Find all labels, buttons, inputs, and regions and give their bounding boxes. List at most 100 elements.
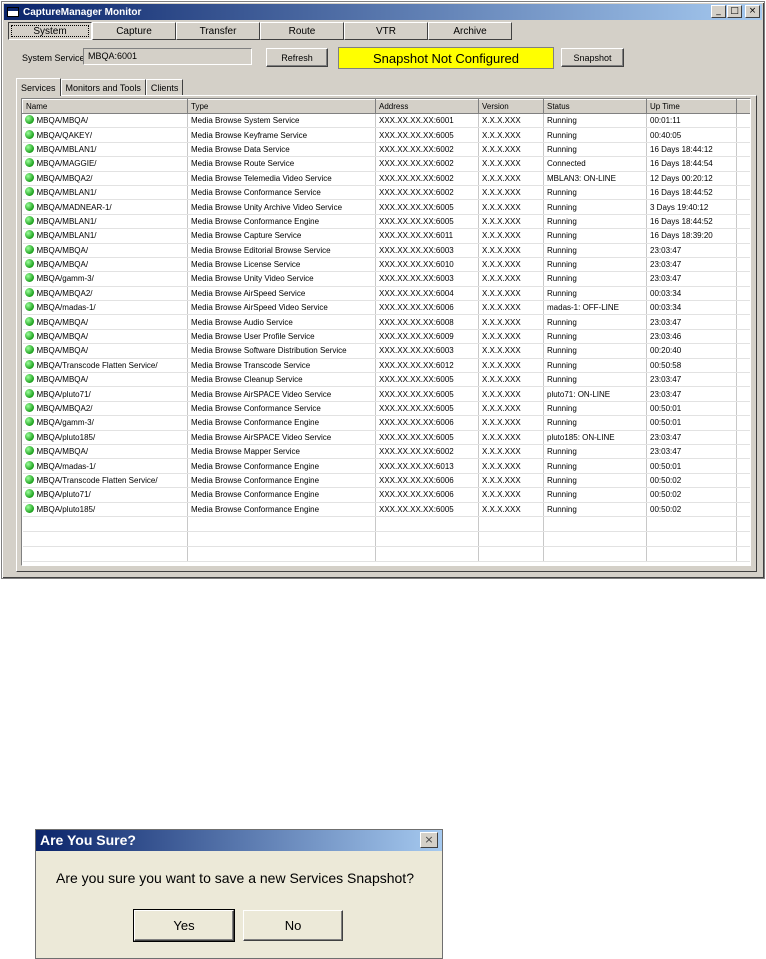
cell-status: Running — [543, 473, 647, 489]
table-row[interactable]: MBQA/gamm-3/Media Browse Conformance Eng… — [22, 415, 750, 431]
service-name: MBQA/MBLAN1/ — [36, 231, 97, 241]
cell-status: Running — [543, 127, 647, 143]
cell-up-time: 00:50:01 — [646, 401, 737, 417]
cell-name: MBQA/MBLAN1/ — [22, 185, 188, 201]
status-ok-icon — [24, 503, 34, 513]
table-row[interactable]: MBQA/madas-1/Media Browse AirSpeed Video… — [22, 300, 750, 316]
refresh-button[interactable]: Refresh — [266, 48, 328, 67]
table-row[interactable]: MBQA/MBLAN1/Media Browse Conformance Eng… — [22, 214, 750, 230]
table-row[interactable]: MBQA/MAGGIE/Media Browse Route Service XX… — [22, 156, 750, 172]
cell-version: X.X.X.XXX — [478, 386, 544, 402]
cell-name: MBQA/pluto71/ — [22, 386, 188, 402]
snapshot-button[interactable]: Snapshot — [561, 48, 624, 67]
cell-type: Media Browse Conformance Engine — [187, 415, 376, 431]
row-filler — [736, 257, 750, 273]
yes-button[interactable]: Yes — [133, 909, 235, 942]
maximize-icon[interactable]: □ — [727, 5, 742, 18]
cell-type: Media Browse Unity Video Service — [187, 271, 376, 287]
cell-up-time: 00:03:34 — [646, 300, 737, 316]
cell-up-time: 00:50:02 — [646, 502, 737, 517]
tab-services[interactable]: Services — [16, 78, 61, 96]
tab-archive[interactable]: Archive — [428, 22, 512, 40]
column-header-address[interactable]: Address — [375, 99, 479, 114]
column-header-version[interactable]: Version — [478, 99, 544, 114]
cell-up-time: 23:03:47 — [646, 372, 737, 388]
empty-cell — [736, 516, 750, 532]
tab-capture[interactable]: Capture — [92, 22, 176, 40]
cell-up-time: 23:03:47 — [646, 386, 737, 402]
column-header-type[interactable]: Type — [187, 99, 376, 114]
cell-version: X.X.X.XXX — [478, 127, 544, 143]
tab-system[interactable]: System — [8, 22, 92, 40]
cell-up-time: 16 Days 18:44:12 — [646, 142, 737, 158]
main-tabs: System Capture Transfer Route VTR Archiv… — [8, 22, 512, 40]
service-name: MBQA/madas-1/ — [36, 461, 96, 471]
tab-route[interactable]: Route — [260, 22, 344, 40]
column-header-status[interactable]: Status — [543, 99, 647, 114]
table-row[interactable]: MBQA/pluto71/Media Browse AirSPACE Video… — [22, 386, 750, 402]
status-ok-icon — [24, 187, 34, 197]
service-name: MBQA/MBQA/ — [36, 245, 89, 255]
table-row[interactable]: MBQA/pluto71/Media Browse Conformance En… — [22, 487, 750, 503]
column-header-name[interactable]: Name — [22, 99, 188, 114]
table-row[interactable]: MBQA/MBQA2/Media Browse Conformance Serv… — [22, 401, 750, 417]
cell-type: Media Browse Software Distribution Servi… — [187, 343, 376, 359]
table-row[interactable]: MBQA/Transcode Flatten Service/Media Bro… — [22, 473, 750, 489]
table-row[interactable]: MBQA/MBLAN1/Media Browse Capture Service… — [22, 228, 750, 244]
cell-address: XXX.XX.XX.XX:6011 — [375, 228, 479, 244]
column-header-up-time[interactable]: Up Time — [646, 99, 737, 114]
table-row[interactable]: MBQA/MBQA/Media Browse User Profile Serv… — [22, 329, 750, 345]
system-service-field[interactable]: MBQA:6001 — [83, 48, 252, 65]
empty-cell — [543, 546, 647, 562]
no-button[interactable]: No — [243, 910, 343, 941]
table-row[interactable]: MBQA/MBQA/Media Browse System Service XXX… — [22, 113, 750, 129]
table-row[interactable]: MBQA/MBQA2/Media Browse AirSpeed Service… — [22, 286, 750, 302]
cell-status: Running — [543, 286, 647, 302]
tab-monitors-and-tools[interactable]: Monitors and Tools — [60, 79, 146, 96]
cell-address: XXX.XX.XX.XX:6005 — [375, 430, 479, 445]
title-bar[interactable]: CaptureManager Monitor _ □ × — [4, 4, 762, 20]
empty-cell — [187, 531, 376, 547]
table-row[interactable]: MBQA/pluto185/Media Browse Conformance E… — [22, 502, 750, 517]
empty-cell — [646, 531, 737, 547]
status-ok-icon — [24, 388, 34, 398]
minimize-icon[interactable]: _ — [711, 5, 726, 18]
table-row[interactable]: MBQA/pluto185/Media Browse AirSPACE Vide… — [22, 430, 750, 445]
close-icon[interactable]: × — [745, 5, 760, 18]
table-row[interactable]: MBQA/MBQA/Media Browse Mapper Service XXX… — [22, 444, 750, 460]
table-row[interactable]: MBQA/MBQA/Media Browse Cleanup Service XX… — [22, 372, 750, 388]
tab-transfer[interactable]: Transfer — [176, 22, 260, 40]
dialog-title[interactable]: Are You Sure? — [36, 830, 442, 851]
cell-type: Media Browse Telemedia Video Service — [187, 171, 376, 186]
table-row[interactable]: MBQA/MADNEAR-1/Media Browse Unity Archiv… — [22, 199, 750, 215]
tab-vtr[interactable]: VTR — [344, 22, 428, 40]
table-row[interactable]: MBQA/MBQA2/Media Browse Telemedia Video … — [22, 171, 750, 186]
status-ok-icon — [24, 287, 34, 297]
cell-status: Running — [543, 401, 647, 417]
cell-status: Running — [543, 415, 647, 431]
window-controls: _ □ × — [711, 5, 760, 18]
table-row[interactable]: MBQA/MBQA/Media Browse Software Distribu… — [22, 343, 750, 359]
cell-name: MBQA/gamm-3/ — [22, 415, 188, 431]
table-row[interactable]: MBQA/madas-1/Media Browse Conformance En… — [22, 458, 750, 474]
empty-cell — [646, 546, 737, 562]
cell-address: XXX.XX.XX.XX:6003 — [375, 271, 479, 287]
table-row[interactable]: MBQA/MBLAN1/Media Browse Conformance Ser… — [22, 185, 750, 201]
cell-type: Media Browse Capture Service — [187, 228, 376, 244]
column-header-filler — [736, 99, 750, 114]
tab-clients[interactable]: Clients — [145, 79, 184, 96]
table-row[interactable]: MBQA/MBQA/Media Browse License Service XX… — [22, 257, 750, 273]
table-row[interactable]: MBQA/MBQA/Media Browse Audio Service XXX.… — [22, 314, 750, 330]
cell-type: Media Browse Conformance Engine — [187, 214, 376, 230]
cell-name: MBQA/MBLAN1/ — [22, 228, 188, 244]
cell-status: pluto71: ON-LINE — [543, 386, 647, 402]
table-row[interactable]: MBQA/gamm-3/Media Browse Unity Video Ser… — [22, 271, 750, 287]
dialog-close-icon[interactable]: × — [420, 832, 438, 848]
table-row[interactable]: MBQA/QAKEY/Media Browse Keyframe Service… — [22, 127, 750, 143]
service-name: MBQA/pluto71/ — [36, 490, 91, 500]
table-row[interactable]: MBQA/Transcode Flatten Service/Media Bro… — [22, 358, 750, 374]
service-name: MBQA/MBQA/ — [36, 375, 89, 385]
cell-status: Running — [543, 185, 647, 201]
table-row[interactable]: MBQA/MBQA/Media Browse Editorial Browse … — [22, 243, 750, 258]
table-row[interactable]: MBQA/MBLAN1/Media Browse Data Service XXX… — [22, 142, 750, 158]
